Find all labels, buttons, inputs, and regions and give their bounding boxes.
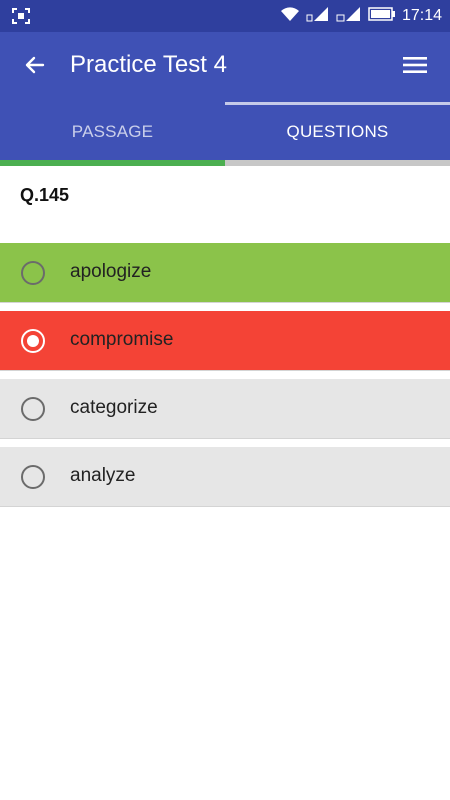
- battery-icon: [368, 6, 396, 26]
- option-label: analyze: [70, 465, 136, 486]
- page-title: Practice Test 4: [70, 51, 227, 78]
- radio-button-icon[interactable]: [21, 261, 45, 285]
- option-label: apologize: [70, 261, 152, 282]
- wifi-icon: [280, 6, 300, 27]
- radio-button-icon[interactable]: [21, 397, 45, 421]
- tab-passage[interactable]: PASSAGE: [0, 102, 225, 162]
- option-label: compromise: [70, 329, 174, 350]
- back-button[interactable]: [14, 46, 56, 88]
- option-apologize[interactable]: apologize: [0, 243, 450, 303]
- app-bar: Practice Test 4: [0, 32, 450, 102]
- radio-button-icon[interactable]: [21, 329, 45, 353]
- screenshot-icon: [12, 8, 30, 24]
- progress-bar: [0, 160, 450, 166]
- status-bar: 17:14: [0, 0, 450, 32]
- menu-button[interactable]: [394, 46, 436, 88]
- answer-options: apologize compromise categorize analyze: [0, 243, 450, 515]
- question-number: Q.145: [20, 185, 70, 205]
- option-categorize[interactable]: categorize: [0, 379, 450, 439]
- status-time: 17:14: [401, 7, 442, 24]
- tab-questions[interactable]: QUESTIONS: [225, 102, 450, 162]
- tab-bar: PASSAGE QUESTIONS: [0, 102, 450, 162]
- status-icons: 17:14: [280, 6, 442, 26]
- option-analyze[interactable]: analyze: [0, 447, 450, 507]
- option-compromise[interactable]: compromise: [0, 311, 450, 371]
- progress-bar-fill: [0, 160, 225, 166]
- option-label: categorize: [70, 397, 158, 418]
- signal-g-icon: [306, 6, 330, 27]
- arrow-left-icon: [23, 53, 47, 82]
- menu-icon: [403, 55, 427, 80]
- radio-button-icon[interactable]: [21, 465, 45, 489]
- signal-3g-icon: [336, 6, 362, 27]
